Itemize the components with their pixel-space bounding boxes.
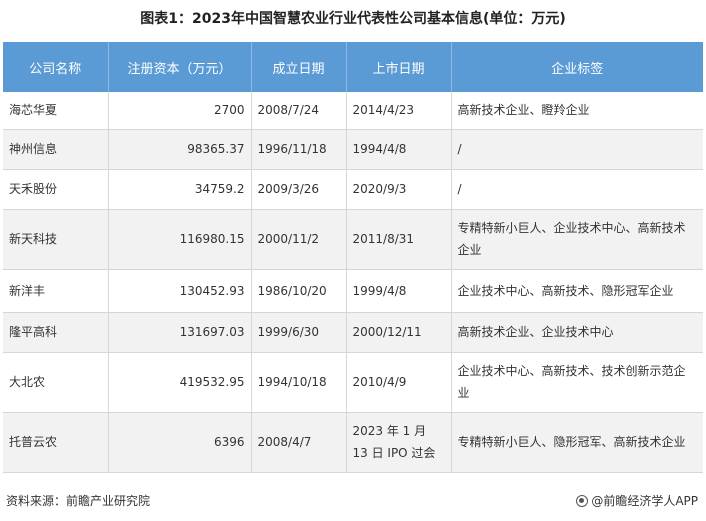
cell-capital: 98365.37 bbox=[108, 129, 252, 170]
cell-company: 天禾股份 bbox=[3, 169, 109, 210]
source-note: 资料来源：前瞻产业研究院 bbox=[6, 494, 151, 508]
cell-company: 新天科技 bbox=[3, 209, 109, 270]
cell-founded: 2008/4/7 bbox=[251, 412, 347, 473]
cell-company: 大北农 bbox=[3, 352, 109, 413]
header-founded: 成立日期 bbox=[251, 42, 347, 92]
cell-founded: 2008/7/24 bbox=[251, 92, 347, 130]
header-tags: 企业标签 bbox=[451, 42, 703, 92]
cell-listed: 2011/8/31 bbox=[346, 209, 452, 270]
cell-capital: 6396 bbox=[108, 412, 252, 473]
brand-credit: @前瞻经济学人APP bbox=[576, 492, 698, 509]
cell-tags: / bbox=[451, 169, 703, 210]
cell-listed: 2010/4/9 bbox=[346, 352, 452, 413]
cell-founded: 2009/3/26 bbox=[251, 169, 347, 210]
cell-capital: 419532.95 bbox=[108, 352, 252, 413]
table-row: 新天科技 116980.15 2000/11/2 2011/8/31 专精特新小… bbox=[3, 209, 703, 270]
cell-capital: 130452.93 bbox=[108, 269, 252, 313]
cell-tags: / bbox=[451, 129, 703, 170]
cell-founded: 2000/11/2 bbox=[251, 209, 347, 270]
cell-tags: 高新技术企业、瞪羚企业 bbox=[451, 92, 703, 130]
page-title: 图表1：2023年中国智慧农业行业代表性公司基本信息(单位：万元) bbox=[140, 11, 566, 27]
cell-tags: 专精特新小巨人、企业技术中心、高新技术企业 bbox=[451, 209, 703, 270]
cell-listed: 2020/9/3 bbox=[346, 169, 452, 210]
table-row: 海芯华夏 2700 2008/7/24 2014/4/23 高新技术企业、瞪羚企… bbox=[3, 92, 703, 130]
cell-founded: 1994/10/18 bbox=[251, 352, 347, 413]
brand-logo-icon bbox=[576, 494, 589, 507]
table-row: 天禾股份 34759.2 2009/3/26 2020/9/3 / bbox=[3, 169, 703, 210]
cell-listed: 2023 年 1 月 13 日 IPO 过会 bbox=[346, 412, 452, 473]
cell-company: 海芯华夏 bbox=[3, 92, 109, 130]
table-row: 托普云农 6396 2008/4/7 2023 年 1 月 13 日 IPO 过… bbox=[3, 412, 703, 473]
cell-company: 神州信息 bbox=[3, 129, 109, 170]
header-capital: 注册资本（万元） bbox=[108, 42, 252, 92]
cell-listed: 1994/4/8 bbox=[346, 129, 452, 170]
cell-tags: 企业技术中心、高新技术、技术创新示范企业 bbox=[451, 352, 703, 413]
brand-text: @前瞻经济学人APP bbox=[591, 494, 698, 508]
cell-tags: 专精特新小巨人、隐形冠军、高新技术企业 bbox=[451, 412, 703, 473]
cell-tags: 高新技术企业、企业技术中心 bbox=[451, 312, 703, 353]
table-row: 大北农 419532.95 1994/10/18 2010/4/9 企业技术中心… bbox=[3, 352, 703, 413]
cell-company: 托普云农 bbox=[3, 412, 109, 473]
cell-listed: 2014/4/23 bbox=[346, 92, 452, 130]
cell-listed: 2000/12/11 bbox=[346, 312, 452, 353]
table-row: 隆平高科 131697.03 1999/6/30 2000/12/11 高新技术… bbox=[3, 312, 703, 353]
cell-capital: 131697.03 bbox=[108, 312, 252, 353]
cell-company: 新洋丰 bbox=[3, 269, 109, 313]
company-table: 公司名称 注册资本（万元） 成立日期 上市日期 企业标签 海芯华夏 2700 2… bbox=[3, 42, 703, 473]
cell-capital: 116980.15 bbox=[108, 209, 252, 270]
cell-founded: 1999/6/30 bbox=[251, 312, 347, 353]
table-row: 新洋丰 130452.93 1986/10/20 1999/4/8 企业技术中心… bbox=[3, 269, 703, 313]
cell-listed: 1999/4/8 bbox=[346, 269, 452, 313]
header-listed: 上市日期 bbox=[346, 42, 452, 92]
cell-company: 隆平高科 bbox=[3, 312, 109, 353]
company-table-container: 公司名称 注册资本（万元） 成立日期 上市日期 企业标签 海芯华夏 2700 2… bbox=[3, 42, 703, 473]
header-company: 公司名称 bbox=[3, 42, 109, 92]
cell-tags: 企业技术中心、高新技术、隐形冠军企业 bbox=[451, 269, 703, 313]
cell-founded: 1996/11/18 bbox=[251, 129, 347, 170]
cell-capital: 34759.2 bbox=[108, 169, 252, 210]
table-row: 神州信息 98365.37 1996/11/18 1994/4/8 / bbox=[3, 129, 703, 170]
table-header-row: 公司名称 注册资本（万元） 成立日期 上市日期 企业标签 bbox=[3, 42, 703, 92]
cell-founded: 1986/10/20 bbox=[251, 269, 347, 313]
footer: 资料来源：前瞻产业研究院 @前瞻经济学人APP bbox=[0, 490, 706, 512]
cell-capital: 2700 bbox=[108, 92, 252, 130]
